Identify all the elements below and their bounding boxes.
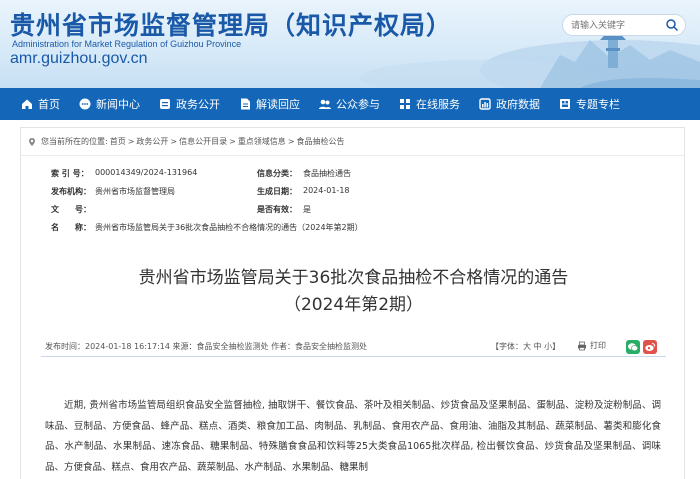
valid-value: 是 [303, 205, 311, 214]
content-panel: 您当前所在的位置: 首页 > 政务公开 > 信息公开目录 > 重点领域信息 > … [20, 127, 685, 479]
wechat-share-icon[interactable] [626, 340, 640, 354]
nav-item-label: 政务公开 [176, 98, 220, 111]
chat-icon [79, 98, 91, 110]
print-label: 打印 [590, 341, 606, 350]
nav-item-online-service[interactable]: 在线服务 [389, 88, 469, 120]
breadcrumb-separator: > [287, 137, 295, 146]
site-subtitle: Administration for Market Regulation of … [12, 39, 242, 49]
people-icon [319, 99, 331, 109]
article-title: 贵州省市场监管局关于36批次食品抽检不合格情况的通告 （2024年第2期） [41, 265, 666, 319]
print-icon [578, 341, 586, 350]
article-info: 发布时间：2024-01-18 16:17:14 来源：食品安全抽检监测处 作者… [45, 341, 367, 352]
nav-item-gov-data[interactable]: 政府数据 [469, 88, 549, 120]
article-source: 来源：食品安全抽检监测处 [172, 342, 269, 351]
name-value: 贵州省市场监管局关于36批次食品抽检不合格情况的通告（2024年第2期） [95, 223, 363, 232]
meta-row: 名 称： 贵州省市场监管局关于36批次食品抽检不合格情况的通告（2024年第2期… [41, 222, 666, 238]
breadcrumb-separator: > [229, 137, 236, 146]
breadcrumb: 您当前所在的位置: 首页 > 政务公开 > 信息公开目录 > 重点领域信息 > … [21, 128, 684, 156]
site-header: 贵州省市场监督管理局（知识产权局） Administration for Mar… [0, 0, 700, 88]
nav-item-label: 解读回应 [256, 98, 300, 111]
breadcrumb-home[interactable]: 首页 [110, 136, 126, 147]
weibo-share-icon[interactable] [643, 340, 657, 354]
breadcrumb-food-inspection[interactable]: 食品抽检公告 [297, 136, 345, 147]
meta-row: 索 引 号： 000014349/2024-131964 信息分类： 食品抽检通… [41, 168, 666, 184]
valid-label: 是否有效： [257, 205, 297, 214]
meta-row: 发布机构： 贵州省市场监督管理局 生成日期： 2024-01-18 [41, 186, 666, 202]
breadcrumb-separator: > [170, 137, 178, 146]
file-icon [241, 98, 250, 110]
article-title-line2: （2024年第2期） [283, 295, 424, 315]
article-info-bar: 发布时间：2024-01-18 16:17:14 来源：食品安全抽检监测处 作者… [41, 337, 666, 357]
nav-item-interpretation[interactable]: 解读回应 [229, 88, 309, 120]
location-icon [29, 137, 35, 146]
breadcrumb-catalog[interactable]: 信息公开目录 [179, 136, 227, 147]
nav-item-label: 公众参与 [336, 98, 380, 111]
search-box[interactable] [562, 14, 686, 36]
date-label: 生成日期： [257, 187, 297, 196]
article-author: 作者：食品安全抽检监测处 [271, 342, 368, 351]
index-value: 000014349/2024-131964 [95, 168, 198, 177]
nav-item-public[interactable]: 政务公开 [149, 88, 229, 120]
chart-icon [479, 98, 491, 110]
publisher-value: 贵州省市场监督管理局 [95, 187, 175, 196]
breadcrumb-separator: > [127, 137, 135, 146]
nav-item-special-topics[interactable]: 专题专栏 [549, 88, 629, 120]
breadcrumb-prefix: 您当前所在的位置: [41, 137, 108, 146]
document-metadata: 索 引 号： 000014349/2024-131964 信息分类： 食品抽检通… [41, 164, 666, 244]
category-value: 食品抽检通告 [303, 169, 351, 178]
nav-item-label: 首页 [38, 98, 60, 111]
site-url: amr.guizhou.gov.cn [10, 50, 148, 67]
folder-icon [560, 99, 570, 109]
meta-row: 文 号： 是否有效： 是 [41, 204, 666, 220]
breadcrumb-public[interactable]: 政务公开 [136, 136, 168, 147]
publish-time: 发布时间：2024-01-18 16:17:14 [45, 342, 170, 351]
nav-item-label: 专题专栏 [576, 98, 620, 111]
nav-item-label: 政府数据 [496, 98, 540, 111]
date-value: 2024-01-18 [303, 186, 350, 195]
document-icon [160, 99, 170, 109]
search-icon[interactable] [665, 18, 679, 32]
docno-label: 文 号： [51, 205, 91, 214]
article-title-line1: 贵州省市场监管局关于36批次食品抽检不合格情况的通告 [138, 268, 569, 288]
nav-item-news[interactable]: 新闻中心 [69, 88, 149, 120]
grid-icon [400, 99, 410, 109]
category-label: 信息分类： [257, 169, 297, 178]
print-button[interactable]: 打印 [577, 340, 606, 351]
main-nav: 首页 新闻中心 政务公开 解读回应 公众参与 在线服务 政府数据 专题专栏 [0, 88, 700, 120]
nav-item-label: 新闻中心 [96, 98, 140, 111]
nav-item-home[interactable]: 首页 [0, 88, 69, 120]
home-icon [22, 99, 32, 109]
name-label: 名 称： [51, 223, 91, 232]
publisher-label: 发布机构： [51, 187, 91, 196]
search-input[interactable] [571, 18, 663, 33]
site-title: 贵州省市场监督管理局（知识产权局） [10, 11, 453, 40]
nav-item-label: 在线服务 [416, 98, 460, 111]
font-size-control[interactable]: 【字体：大 中 小】 [491, 341, 560, 352]
breadcrumb-key-areas[interactable]: 重点领域信息 [238, 136, 286, 147]
index-label: 索 引 号： [51, 169, 89, 178]
article-body: 近期, 贵州省市场监管局组织食品安全监督抽检, 抽取饼干、餐饮食品、茶叶及相关制… [45, 400, 661, 473]
nav-item-participation[interactable]: 公众参与 [309, 88, 389, 120]
